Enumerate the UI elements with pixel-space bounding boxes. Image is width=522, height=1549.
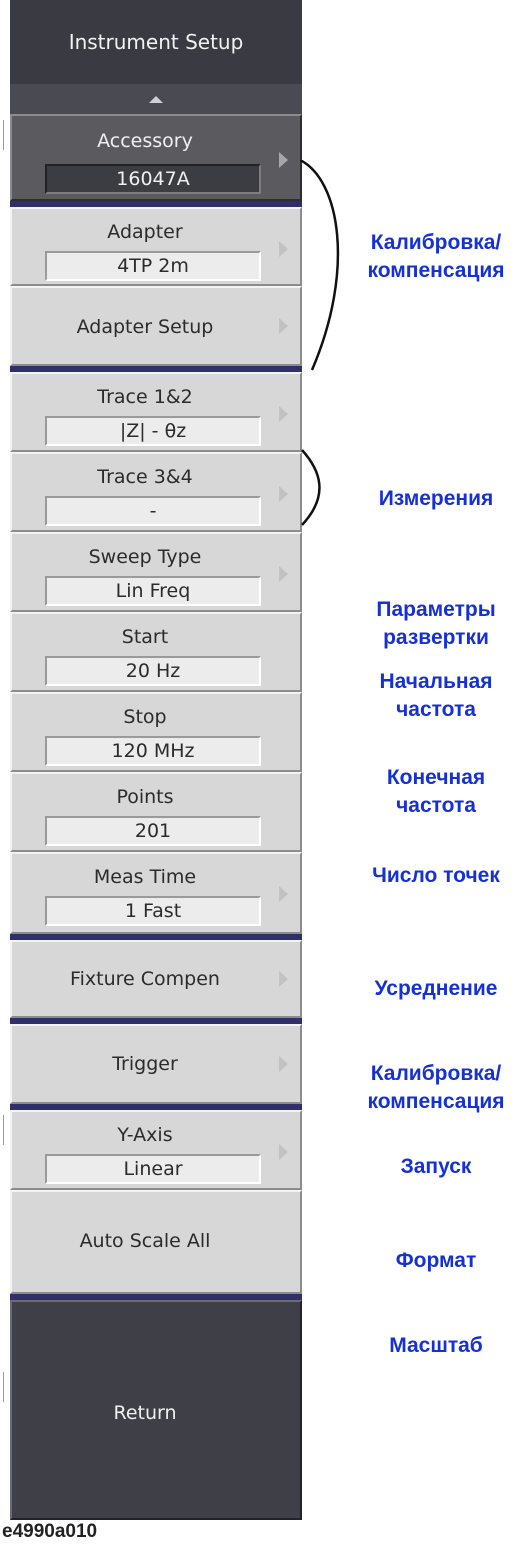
trace-3-4-label: Trace 3&4 [97, 466, 193, 488]
annotation-format: Формат [395, 1249, 477, 1272]
menu-title: Instrument Setup [10, 0, 302, 84]
submenu-arrow-icon [279, 318, 288, 334]
adapter-setup-label: Adapter Setup [76, 316, 214, 338]
annotation-stop-freq: Конечная частота [386, 766, 486, 817]
y-axis-value: Linear [45, 1154, 261, 1184]
trigger-label: Trigger [112, 1053, 178, 1075]
stop-value: 120 MHz [45, 736, 261, 766]
annotation-calibration-2: Калибровка/ компенсация [367, 1062, 505, 1113]
sweep-type-button[interactable]: Sweep Type Lin Freq [10, 532, 302, 612]
annotation-scale: Масштаб [389, 1334, 483, 1357]
trace-3-4-value: - [45, 496, 261, 526]
annotation-start-freq: Начальная частота [379, 670, 493, 721]
y-axis-label: Y-Axis [117, 1124, 173, 1146]
submenu-arrow-icon [279, 971, 288, 987]
trigger-button[interactable]: Trigger [10, 1024, 302, 1104]
start-value: 20 Hz [45, 656, 261, 686]
trace-1-2-value: |Z| - θz [45, 416, 261, 446]
figure-caption: e4990a010 [2, 1521, 98, 1542]
trace-3-4-button[interactable]: Trace 3&4 - [10, 452, 302, 532]
return-label: Return [113, 1402, 177, 1424]
points-value: 201 [45, 816, 261, 846]
scroll-up-button[interactable] [10, 84, 302, 114]
fixture-compen-button[interactable]: Fixture Compen [10, 940, 302, 1018]
submenu-arrow-icon [279, 566, 288, 582]
annotation-trigger: Запуск [400, 1155, 472, 1178]
accessory-label: Accessory [97, 130, 193, 152]
submenu-arrow-icon [279, 241, 288, 257]
accessory-value: 16047A [45, 164, 261, 194]
adapter-value: 4TP 2m [45, 251, 261, 281]
trace-1-2-label: Trace 1&2 [97, 386, 193, 408]
annotation-sweep-params: Параметры развертки [376, 598, 496, 649]
annotation-calibration-1: Калибровка/ компенсация [367, 231, 505, 282]
trace-1-2-button[interactable]: Trace 1&2 |Z| - θz [10, 372, 302, 452]
submenu-arrow-icon [279, 152, 288, 168]
window-edge-mark [3, 1115, 4, 1145]
calibration-brace [300, 160, 340, 371]
auto-scale-all-label: Auto Scale All [79, 1230, 211, 1252]
return-button[interactable]: Return [10, 1300, 302, 1520]
points-button[interactable]: Points 201 [10, 772, 302, 852]
start-label: Start [121, 626, 169, 648]
meas-time-label: Meas Time [93, 866, 197, 888]
sweep-type-label: Sweep Type [88, 546, 202, 568]
points-label: Points [116, 786, 174, 808]
stop-button[interactable]: Stop 120 MHz [10, 692, 302, 772]
window-edge-mark [3, 120, 4, 150]
adapter-setup-button[interactable]: Adapter Setup [10, 286, 302, 366]
meas-time-value: 1 Fast [45, 896, 261, 926]
annotation-measurements: Измерения [378, 487, 494, 510]
adapter-button[interactable]: Adapter 4TP 2m [10, 207, 302, 286]
stop-label: Stop [123, 706, 167, 728]
chevron-up-icon [149, 95, 163, 103]
submenu-arrow-icon [279, 1056, 288, 1072]
adapter-label: Adapter [107, 221, 183, 243]
window-edge-mark [3, 1372, 4, 1402]
submenu-arrow-icon [279, 886, 288, 902]
y-axis-button[interactable]: Y-Axis Linear [10, 1110, 302, 1190]
start-button[interactable]: Start 20 Hz [10, 612, 302, 692]
sweep-type-value: Lin Freq [45, 576, 261, 606]
measurements-brace [301, 449, 321, 526]
fixture-compen-label: Fixture Compen [70, 968, 220, 990]
submenu-arrow-icon [279, 1144, 288, 1160]
annotation-points-count: Число точек [372, 864, 500, 887]
submenu-arrow-icon [279, 406, 288, 422]
auto-scale-all-button[interactable]: Auto Scale All [10, 1190, 302, 1294]
submenu-arrow-icon [279, 486, 288, 502]
accessory-button[interactable]: Accessory 16047A [10, 114, 302, 201]
annotation-averaging: Усреднение [374, 977, 498, 1000]
meas-time-button[interactable]: Meas Time 1 Fast [10, 852, 302, 934]
